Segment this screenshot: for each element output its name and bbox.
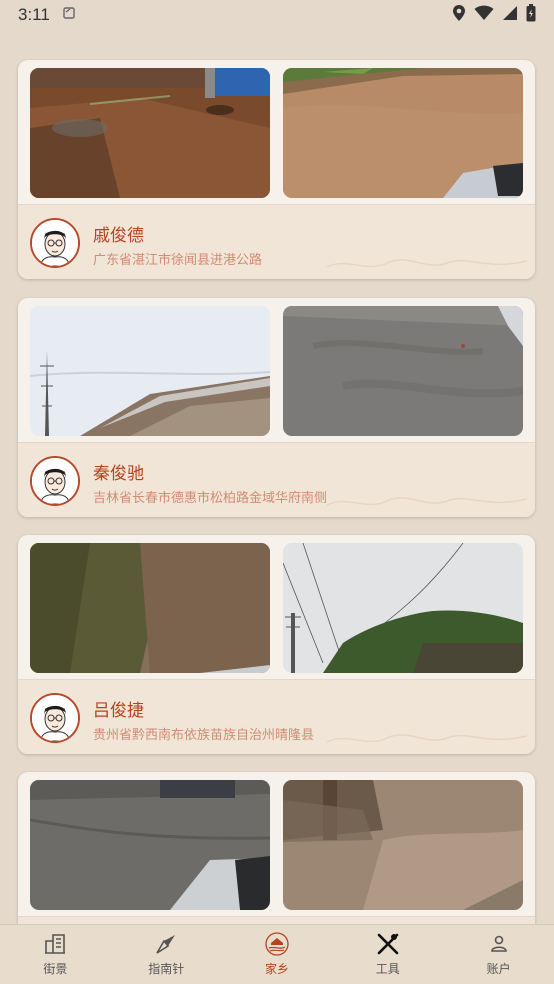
hometown-icon — [265, 932, 289, 956]
street-photo[interactable] — [283, 68, 523, 198]
feed-card[interactable]: 戚俊德 广东省湛江市徐闻县进港公路 — [18, 60, 535, 279]
street-photo[interactable] — [283, 306, 523, 436]
wave-decoration — [327, 497, 527, 506]
feed-card[interactable]: 秦俊驰 吉林省长春市德惠市松柏路金域华府南侧 — [18, 298, 535, 517]
person-info[interactable]: 秦俊驰 吉林省长春市德惠市松柏路金域华府南侧 — [18, 442, 535, 517]
street-photo[interactable] — [30, 780, 270, 910]
signal-icon — [502, 5, 518, 26]
feed-card[interactable] — [18, 772, 535, 924]
wifi-icon — [474, 5, 494, 26]
tab-street-view[interactable]: 街景 — [0, 925, 111, 984]
tab-hometown[interactable]: 家乡 — [222, 925, 333, 984]
wave-decoration — [327, 734, 527, 743]
person-info[interactable]: 戚俊德 广东省湛江市徐闻县进港公路 — [18, 204, 535, 279]
status-time: 3:11 — [18, 5, 50, 24]
tab-label: 工具 — [375, 962, 400, 976]
status-bar: 3:11 — [0, 0, 554, 30]
building-icon — [45, 934, 66, 954]
tab-label: 家乡 — [264, 962, 289, 976]
feed-card[interactable]: 吕俊捷 贵州省黔西南布依族苗族自治州晴隆县 — [18, 535, 535, 754]
street-photo[interactable] — [283, 543, 523, 673]
street-photo[interactable] — [30, 543, 270, 673]
person-name: 秦俊驰 — [93, 464, 144, 483]
street-photo[interactable] — [283, 780, 523, 910]
bottom-tab-bar: 街景 指南针 家乡 工具 账户 — [0, 924, 554, 984]
tab-label: 账户 — [486, 962, 511, 976]
tab-compass[interactable]: 指南针 — [111, 925, 222, 984]
tab-label: 街景 — [43, 962, 68, 976]
tab-label: 指南针 — [148, 962, 185, 976]
compass-icon — [156, 935, 176, 954]
street-photo[interactable] — [30, 68, 270, 198]
street-photo[interactable] — [30, 306, 270, 436]
location-icon — [452, 4, 466, 27]
tab-account[interactable]: 账户 — [443, 925, 554, 984]
person-address: 吉林省长春市德惠市松柏路金域华府南侧 — [93, 490, 328, 505]
avatar — [30, 218, 80, 268]
person-name: 戚俊德 — [93, 226, 144, 245]
avatar — [30, 693, 80, 743]
wave-decoration — [327, 259, 527, 268]
person-info[interactable]: 吕俊捷 贵州省黔西南布依族苗族自治州晴隆县 — [18, 679, 535, 754]
person-name: 吕俊捷 — [93, 701, 144, 720]
account-icon — [490, 935, 507, 952]
avatar — [30, 456, 80, 506]
sim-card-icon — [62, 5, 76, 25]
person-address: 广东省湛江市徐闻县进港公路 — [93, 252, 263, 267]
battery-icon — [526, 3, 536, 27]
tab-tools[interactable]: 工具 — [332, 925, 443, 984]
hometown-feed[interactable]: 戚俊德 广东省湛江市徐闻县进港公路 秦俊驰 吉林省长春市德惠市松柏路金域华府南侧… — [0, 58, 554, 924]
person-address: 贵州省黔西南布依族苗族自治州晴隆县 — [93, 727, 315, 742]
tools-icon — [377, 933, 399, 955]
person-info[interactable] — [18, 916, 535, 924]
status-icons — [452, 3, 536, 27]
